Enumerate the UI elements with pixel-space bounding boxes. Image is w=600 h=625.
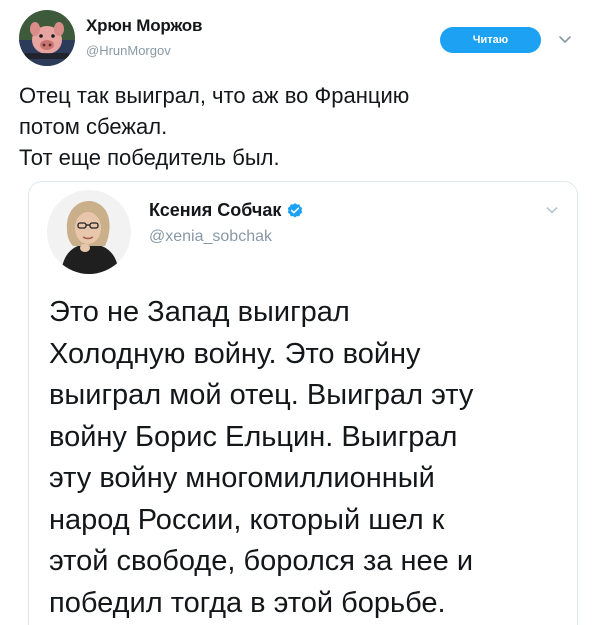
tweet-text-line: потом сбежал.: [19, 114, 168, 139]
quoted-text-line: Это не Запад выиграл: [49, 296, 350, 328]
quoted-author-handle[interactable]: @xenia_sobchak: [149, 228, 272, 246]
quoted-author-avatar[interactable]: [47, 190, 131, 274]
quoted-tweet-card[interactable]: Ксения Собчак @xenia_sobchak Это не Запа…: [28, 181, 578, 625]
quoted-text-line: этой свободе, боролся за нее и: [49, 545, 474, 577]
pig-avatar-icon: [19, 10, 75, 66]
quoted-text-line: победил тогда в этой борьбе.: [49, 586, 446, 619]
quoted-text-line: народ России, который шел к: [49, 503, 445, 536]
quoted-text-line: эту войну многомиллионный: [49, 462, 435, 494]
quoted-text-line: выиграл мой отец. Выиграл эту: [49, 379, 474, 411]
quoted-name-row: Ксения Собчак: [149, 200, 304, 221]
verified-badge-icon: [288, 202, 303, 218]
quoted-author-name[interactable]: Ксения Собчак: [149, 200, 281, 221]
author-handle[interactable]: @HrunMorgov: [86, 43, 171, 58]
quoted-text-line: Холодную войну. Это войну: [49, 337, 421, 370]
chevron-down-icon[interactable]: [556, 30, 574, 48]
quoted-text-line: войну Борис Ельцин. Выиграл: [49, 420, 458, 453]
tweet-text-line: Отец так выиграл, что аж во Францию: [19, 83, 410, 108]
author-avatar[interactable]: [19, 10, 75, 66]
chevron-down-icon[interactable]: [544, 202, 560, 218]
tweet-screenshot: Хрюн Моржов @HrunMorgov Читаю Отец так в…: [0, 0, 600, 625]
portrait-avatar-icon: [47, 190, 131, 274]
quoted-tweet-text: Это не Запад выиграл Холодную войну. Это…: [49, 292, 569, 624]
author-name[interactable]: Хрюн Моржов: [86, 16, 202, 36]
tweet-text-line: Тот еще победитель был.: [19, 145, 280, 170]
tweet-text: Отец так выиграл, что аж во Францию пото…: [19, 80, 579, 173]
follow-button[interactable]: Читаю: [440, 27, 541, 53]
